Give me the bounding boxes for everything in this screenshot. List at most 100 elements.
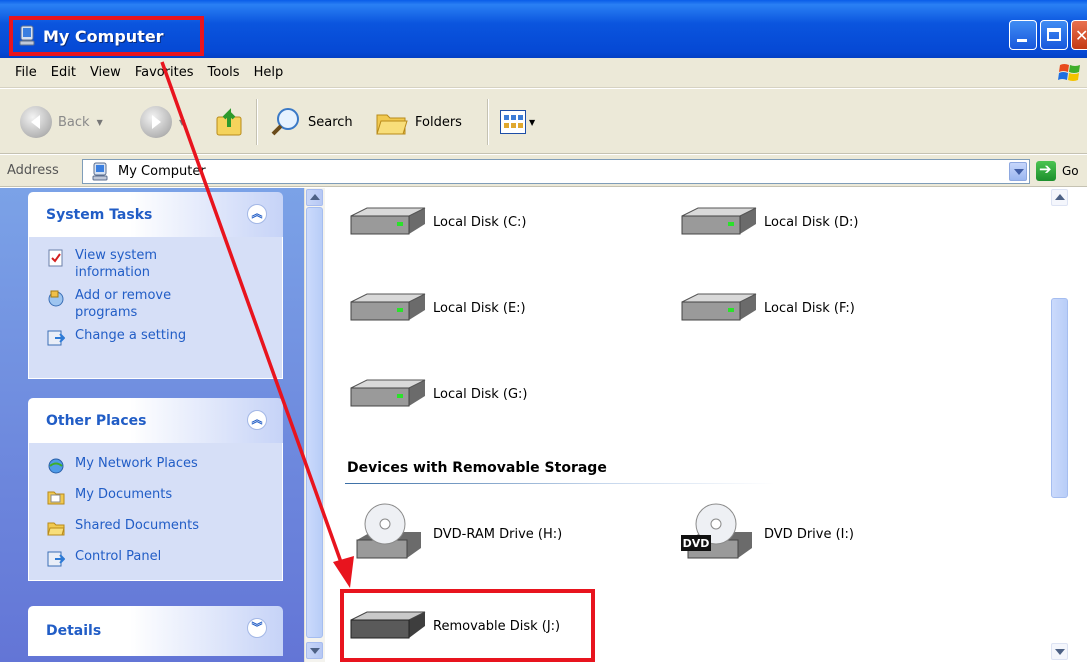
back-button[interactable]: Back ▼ bbox=[20, 102, 103, 142]
forward-button[interactable]: ▼ bbox=[140, 102, 185, 142]
scroll-down-button[interactable] bbox=[1051, 643, 1068, 660]
menu-help[interactable]: Help bbox=[247, 65, 291, 80]
other-places-header[interactable]: Other Places ︽ bbox=[28, 398, 283, 443]
drive-label: Local Disk (F:) bbox=[764, 300, 855, 316]
views-button[interactable]: ▼ bbox=[500, 102, 535, 142]
dvd-drive-icon: DVD bbox=[681, 503, 752, 559]
collapse-icon[interactable]: ︽ bbox=[247, 410, 267, 430]
scroll-thumb[interactable] bbox=[1051, 298, 1068, 498]
other-places-title: Other Places bbox=[46, 412, 147, 429]
hard-disk-icon bbox=[681, 293, 757, 321]
task-change-setting[interactable]: Change a setting bbox=[47, 327, 282, 347]
menu-view[interactable]: View bbox=[83, 65, 128, 80]
minimize-button[interactable] bbox=[1009, 20, 1037, 50]
place-control-panel[interactable]: Control Panel bbox=[47, 548, 282, 568]
task-label: Change a setting bbox=[75, 328, 187, 343]
folders-label: Folders bbox=[415, 114, 462, 130]
task-label: Add or remove programs bbox=[75, 288, 172, 320]
system-tasks-panel: System Tasks ︽ View system information A… bbox=[28, 192, 283, 379]
place-my-network-places[interactable]: My Network Places bbox=[47, 455, 282, 475]
task-pane-scrollbar[interactable] bbox=[304, 188, 325, 662]
scroll-down-button[interactable] bbox=[306, 642, 323, 659]
drive-g[interactable]: Local Disk (G:) bbox=[347, 376, 527, 412]
window-controls: ✕ bbox=[1009, 20, 1087, 50]
address-label: Address bbox=[7, 163, 59, 178]
views-icon bbox=[500, 110, 526, 134]
address-field[interactable]: My Computer bbox=[82, 159, 1030, 184]
control-panel-icon bbox=[47, 551, 65, 567]
network-places-icon bbox=[48, 458, 64, 474]
details-header[interactable]: Details ︾ bbox=[28, 606, 283, 656]
drive-h[interactable]: DVD-RAM Drive (H:) bbox=[347, 502, 562, 566]
scroll-up-button[interactable] bbox=[1051, 189, 1068, 206]
system-info-icon bbox=[48, 249, 63, 267]
drive-e[interactable]: Local Disk (E:) bbox=[347, 290, 526, 326]
go-button[interactable]: Go bbox=[1036, 160, 1079, 181]
title-bar[interactable]: My Computer ✕ bbox=[0, 0, 1087, 58]
toolbar-separator bbox=[487, 99, 489, 145]
go-label: Go bbox=[1062, 164, 1079, 178]
content-scrollbar[interactable] bbox=[1050, 188, 1069, 662]
maximize-button[interactable] bbox=[1040, 20, 1068, 50]
back-dropdown-icon[interactable]: ▼ bbox=[97, 118, 103, 127]
search-icon bbox=[271, 108, 299, 136]
folders-icon bbox=[376, 114, 408, 135]
scroll-up-button[interactable] bbox=[306, 189, 323, 206]
dvd-ram-drive-icon bbox=[356, 503, 421, 559]
drive-label: Local Disk (E:) bbox=[433, 300, 526, 316]
search-label: Search bbox=[308, 114, 353, 130]
drive-f[interactable]: Local Disk (F:) bbox=[678, 290, 855, 326]
windows-logo-icon bbox=[1058, 64, 1080, 81]
drive-label: DVD Drive (I:) bbox=[764, 526, 854, 542]
hard-disk-icon bbox=[350, 379, 426, 407]
control-panel-icon bbox=[47, 330, 65, 346]
menu-tools[interactable]: Tools bbox=[201, 65, 247, 80]
address-bar: Address My Computer Go bbox=[0, 155, 1087, 187]
hard-disk-icon bbox=[681, 207, 757, 235]
place-shared-documents[interactable]: Shared Documents bbox=[47, 517, 282, 537]
drive-i[interactable]: DVD DVD Drive (I:) bbox=[678, 502, 854, 566]
place-label: Shared Documents bbox=[75, 518, 200, 533]
place-my-documents[interactable]: My Documents bbox=[47, 486, 282, 506]
other-places-body: My Network Places My Documents Shared Do… bbox=[28, 443, 283, 581]
drive-label: Local Disk (C:) bbox=[433, 214, 527, 230]
close-icon: ✕ bbox=[1075, 26, 1087, 45]
drive-c[interactable]: Local Disk (C:) bbox=[347, 204, 526, 240]
section-divider bbox=[345, 483, 775, 484]
address-dropdown-button[interactable] bbox=[1009, 162, 1027, 181]
place-label: Control Panel bbox=[75, 549, 162, 564]
scroll-thumb[interactable] bbox=[306, 207, 323, 638]
search-button[interactable]: Search bbox=[270, 102, 353, 142]
place-label: My Documents bbox=[75, 487, 173, 502]
task-label: View system information bbox=[75, 248, 157, 280]
expand-icon[interactable]: ︾ bbox=[247, 618, 267, 638]
task-view-system-info[interactable]: View system information bbox=[47, 247, 282, 281]
window-title: My Computer bbox=[43, 26, 164, 46]
menu-bar: File Edit View Favorites Tools Help bbox=[0, 58, 1087, 88]
dvd-badge: DVD bbox=[683, 537, 710, 550]
back-label: Back bbox=[58, 114, 90, 130]
views-dropdown-icon[interactable]: ▼ bbox=[529, 118, 535, 127]
up-folder-button[interactable] bbox=[215, 102, 247, 142]
toolbar: Back ▼ ▼ Search Folders ▼ bbox=[0, 88, 1087, 154]
system-tasks-header[interactable]: System Tasks ︽ bbox=[28, 192, 283, 237]
collapse-icon[interactable]: ︽ bbox=[247, 204, 267, 224]
folders-button[interactable]: Folders bbox=[375, 102, 462, 142]
menu-edit[interactable]: Edit bbox=[44, 65, 83, 80]
drive-label: Local Disk (D:) bbox=[764, 214, 859, 230]
menu-favorites[interactable]: Favorites bbox=[128, 65, 201, 80]
minimize-icon bbox=[1017, 39, 1027, 42]
system-tasks-title: System Tasks bbox=[46, 206, 153, 223]
my-documents-icon bbox=[47, 491, 65, 505]
up-folder-icon bbox=[216, 108, 242, 136]
content-area: Local Disk (C:) Local Disk (D:) Local Di… bbox=[325, 188, 1069, 662]
task-add-remove-programs[interactable]: Add or remove programs bbox=[47, 287, 282, 321]
forward-arrow-icon bbox=[140, 106, 172, 138]
hard-disk-icon bbox=[350, 207, 426, 235]
removable-section-title: Devices with Removable Storage bbox=[347, 460, 607, 476]
details-title: Details bbox=[46, 623, 102, 639]
drive-d[interactable]: Local Disk (D:) bbox=[678, 204, 858, 240]
close-button[interactable]: ✕ bbox=[1071, 20, 1087, 50]
forward-dropdown-icon[interactable]: ▼ bbox=[179, 118, 185, 127]
menu-file[interactable]: File bbox=[8, 65, 44, 80]
